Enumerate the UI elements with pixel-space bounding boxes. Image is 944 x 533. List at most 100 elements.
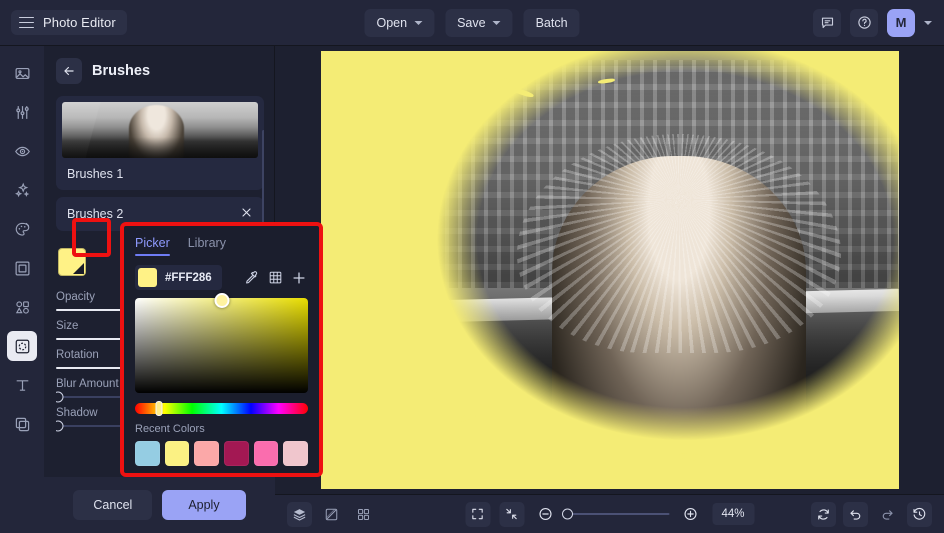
tab-picker[interactable]: Picker — [135, 234, 170, 256]
comment-icon — [820, 15, 835, 30]
panel-footer: Cancel Apply — [44, 477, 275, 533]
list-item-brushes-1[interactable]: Brushes 1 — [56, 96, 264, 190]
app-menu-button[interactable]: Photo Editor — [11, 10, 127, 35]
mask-icon — [324, 507, 339, 522]
sidebar-item-frames[interactable] — [7, 253, 37, 283]
recent-color-swatch[interactable] — [283, 441, 308, 466]
recent-color-swatch[interactable] — [224, 441, 249, 466]
apply-button[interactable]: Apply — [162, 490, 245, 520]
eye-icon — [14, 143, 31, 160]
zoom-out-button[interactable] — [533, 502, 558, 527]
reset-button[interactable] — [811, 502, 836, 527]
avatar-initial: M — [896, 15, 907, 30]
hex-field[interactable]: #FFF286 — [135, 265, 222, 290]
batch-button-label: Batch — [536, 16, 568, 30]
brush-color-swatch[interactable] — [58, 248, 86, 276]
save-button-label: Save — [457, 16, 486, 30]
recent-color-swatch[interactable] — [254, 441, 279, 466]
close-icon[interactable] — [240, 206, 253, 222]
app-root: Photo Editor Open Save Batch — [0, 0, 944, 533]
artboard[interactable] — [321, 51, 899, 489]
recent-colors-list — [135, 441, 308, 466]
frame-icon — [14, 260, 31, 277]
fit-screen-button[interactable] — [465, 502, 490, 527]
layers-stack-icon — [292, 507, 307, 522]
panel-back-button[interactable] — [56, 58, 82, 84]
recent-color-swatch[interactable] — [135, 441, 160, 466]
top-toolbar: Photo Editor Open Save Batch — [0, 0, 944, 46]
sidebar-item-paint[interactable] — [7, 214, 37, 244]
sidebar-item-effects[interactable] — [7, 175, 37, 205]
grid-icon — [356, 507, 371, 522]
app-title: Photo Editor — [43, 15, 116, 30]
sidebar-item-text[interactable] — [7, 370, 37, 400]
sidebar-item-brushes[interactable] — [7, 331, 37, 361]
layer-thumbnail — [62, 102, 258, 158]
color-hex-row: #FFF286 — [135, 265, 308, 290]
layer-label: Brushes 2 — [67, 207, 123, 221]
hue-slider[interactable] — [135, 403, 308, 414]
saturation-value-area[interactable] — [135, 298, 308, 393]
batch-button[interactable]: Batch — [524, 9, 580, 37]
sidebar-item-retouch[interactable] — [7, 136, 37, 166]
account-chevron-down-icon[interactable] — [924, 21, 932, 25]
zoom-controls: 44% — [465, 502, 754, 527]
zoom-level-value[interactable]: 44% — [712, 503, 754, 525]
recent-color-swatch[interactable] — [165, 441, 190, 466]
feedback-button[interactable] — [813, 9, 841, 37]
fit-screen-icon — [471, 507, 485, 521]
layer-label: Brushes 1 — [67, 167, 123, 181]
help-button[interactable] — [850, 9, 878, 37]
sidebar-item-layers[interactable] — [7, 409, 37, 439]
sliders-icon — [14, 104, 31, 121]
hex-value: #FFF286 — [165, 272, 212, 284]
avatar[interactable]: M — [887, 9, 915, 37]
recent-color-swatch[interactable] — [194, 441, 219, 466]
page-title: Brushes — [92, 63, 150, 79]
tab-library[interactable]: Library — [188, 234, 226, 256]
canvas-area[interactable] — [275, 46, 944, 494]
grid-view-button[interactable] — [351, 502, 376, 527]
layers-panel-button[interactable] — [287, 502, 312, 527]
eyedropper-icon[interactable] — [242, 269, 260, 287]
reset-icon — [816, 507, 831, 522]
sidebar-item-adjust[interactable] — [7, 97, 37, 127]
panel-header: Brushes — [44, 46, 274, 90]
history-icon — [912, 507, 927, 522]
zoom-slider[interactable] — [567, 513, 669, 515]
palette-grid-icon[interactable] — [266, 269, 284, 287]
add-icon[interactable] — [290, 269, 308, 287]
zoom-slider-knob[interactable] — [562, 509, 573, 520]
undo-button[interactable] — [843, 502, 868, 527]
image-icon — [14, 65, 31, 82]
sidebar-item-shapes[interactable] — [7, 292, 37, 322]
shapes-icon — [14, 299, 31, 316]
sv-selector-knob[interactable] — [214, 293, 229, 308]
shrink-icon — [505, 507, 519, 521]
slider-knob[interactable] — [56, 421, 64, 432]
sidebar-item-image[interactable] — [7, 58, 37, 88]
overlap-layers-icon — [14, 416, 31, 433]
chevron-down-icon — [493, 21, 501, 25]
slider-knob[interactable] — [56, 392, 64, 403]
mask-button[interactable] — [319, 502, 344, 527]
color-picker-tabs: Picker Library — [135, 234, 308, 256]
zoom-in-button[interactable] — [678, 502, 703, 527]
open-button-label: Open — [376, 16, 407, 30]
history-button[interactable] — [907, 502, 932, 527]
bottom-toolbar: 44% — [275, 494, 944, 533]
color-picker-popover: Picker Library #FFF286 — [120, 222, 323, 477]
sparkles-icon — [14, 182, 31, 199]
hue-slider-knob[interactable] — [156, 401, 163, 416]
top-actions: Open Save Batch — [364, 9, 579, 37]
top-right-group: M — [813, 9, 932, 37]
recent-colors-label: Recent Colors — [135, 423, 308, 435]
save-button[interactable]: Save — [445, 9, 513, 37]
open-button[interactable]: Open — [364, 9, 434, 37]
shrink-button[interactable] — [499, 502, 524, 527]
left-tool-rail — [0, 46, 44, 533]
redo-button[interactable] — [875, 502, 900, 527]
history-controls — [811, 502, 932, 527]
cancel-button[interactable]: Cancel — [73, 490, 152, 520]
arrow-left-icon — [62, 64, 76, 78]
